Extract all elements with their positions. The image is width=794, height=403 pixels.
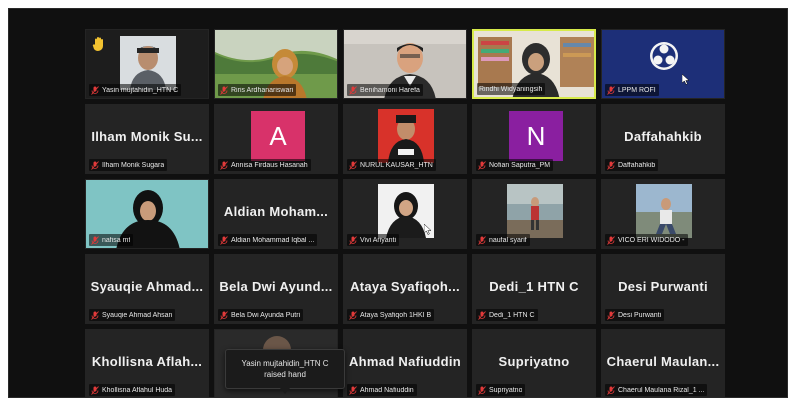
participant-name-label: Yasin mujtahidin_HTN C bbox=[89, 84, 182, 96]
participant-tile[interactable]: Ahmad Nafiuddin Ahmad Nafiuddin bbox=[343, 329, 467, 397]
participant-tile[interactable]: A Annisa Firdaus Hasanah bbox=[214, 104, 338, 174]
raised-hand-tooltip: Yasin mujtahidin_HTN C raised hand bbox=[225, 349, 345, 394]
participant-tile[interactable]: Ataya Syafiqoh... Ataya Syafiqoh 1HKI B bbox=[343, 254, 467, 324]
mic-muted-icon bbox=[478, 385, 486, 395]
mic-muted-icon bbox=[478, 235, 486, 245]
mic-muted-icon bbox=[349, 385, 357, 395]
participant-name-label: Dedi_1 HTN C bbox=[476, 309, 538, 321]
gallery-grid: Yasin mujtahidin_HTN C Riris Ardhanarisw… bbox=[85, 29, 725, 397]
participant-tile[interactable]: Khollisna Aflah... Khollisna Aflahul Hud… bbox=[85, 329, 209, 397]
participant-tile[interactable]: N Nofian Saputra_PM bbox=[472, 104, 596, 174]
participant-tile[interactable]: Bela Dwi Ayund... Bela Dwi Ayunda Putri bbox=[214, 254, 338, 324]
mic-muted-icon bbox=[91, 85, 99, 95]
mic-muted-icon bbox=[349, 235, 357, 245]
mic-muted-icon bbox=[91, 385, 99, 395]
participant-avatar: N bbox=[509, 111, 563, 161]
mic-muted-icon bbox=[220, 85, 228, 95]
participant-profile-photo bbox=[378, 184, 434, 238]
participant-display-name: Ataya Syafiqoh... bbox=[350, 279, 460, 294]
participant-name-label: nafisa mt bbox=[89, 234, 134, 246]
participant-tile-active-speaker[interactable]: Rindhi Widyaningsih bbox=[472, 29, 596, 99]
participant-tile[interactable]: nafisa mt bbox=[85, 179, 209, 249]
participant-display-name: Desi Purwanti bbox=[618, 279, 708, 294]
mic-muted-icon bbox=[91, 160, 99, 170]
participant-name-label: Riris Ardhanariswari bbox=[218, 84, 297, 96]
mic-muted-icon bbox=[478, 160, 486, 170]
participant-display-name: Syauqie Ahmad... bbox=[90, 279, 204, 294]
participant-tile[interactable]: Vivi Ariyanti bbox=[343, 179, 467, 249]
participant-tile[interactable]: Ilham Monik Su... Ilham Monik Sugara bbox=[85, 104, 209, 174]
participant-name-label: Daffahahkib bbox=[605, 159, 659, 171]
participant-name-label: Ilham Monik Sugara bbox=[89, 159, 168, 171]
mic-muted-icon bbox=[91, 310, 99, 320]
participant-name-label: naufal syarif bbox=[476, 234, 530, 246]
participant-display-name: Chaerul Maulan... bbox=[606, 354, 720, 369]
participant-name-label: Bela Dwi Ayunda Putri bbox=[218, 309, 304, 321]
cursor-icon bbox=[424, 224, 432, 235]
participant-tile[interactable]: Daffahahkib Daffahahkib bbox=[601, 104, 725, 174]
mic-muted-icon bbox=[220, 310, 228, 320]
participant-tile[interactable]: Chaerul Maulan... Chaerul Maulana Rizal_… bbox=[601, 329, 725, 397]
participant-name-label: Rindhi Widyaningsih bbox=[477, 83, 546, 95]
participant-name-label: Chaerul Maulana Rizal_1 ... bbox=[605, 384, 708, 396]
participant-display-name: Ilham Monik Su... bbox=[91, 129, 203, 144]
participant-name-label: LPPM ROFI bbox=[605, 84, 659, 96]
participant-display-name: Ahmad Nafiuddin bbox=[348, 354, 462, 369]
participant-tile[interactable]: Aldian Moham... Aldian Mohammad Iqbal ..… bbox=[214, 179, 338, 249]
participant-tile[interactable]: naufal syarif bbox=[472, 179, 596, 249]
mic-muted-icon bbox=[349, 310, 357, 320]
participant-name-label: Desi Purwanti bbox=[605, 309, 665, 321]
participant-display-name: Aldian Moham... bbox=[223, 204, 329, 219]
mic-muted-icon bbox=[478, 310, 486, 320]
mic-muted-icon bbox=[91, 235, 99, 245]
tooltip-status: raised hand bbox=[264, 370, 306, 379]
participant-tile[interactable]: Yasin mujtahidin_HTN C bbox=[85, 29, 209, 99]
cursor-icon bbox=[682, 74, 690, 85]
participant-display-name: Dedi_1 HTN C bbox=[489, 279, 579, 294]
participant-name-label: Annisa Firdaus Hasanah bbox=[218, 159, 311, 171]
participant-tile[interactable]: Syauqie Ahmad... Syauqie Ahmad Ahsan bbox=[85, 254, 209, 324]
mic-muted-icon bbox=[607, 85, 615, 95]
tooltip-participant-name: Yasin mujtahidin_HTN C bbox=[241, 359, 329, 368]
participant-name-label: Ahmad Nafiuddin bbox=[347, 384, 417, 396]
mic-muted-icon bbox=[607, 160, 615, 170]
participant-name-label: Vivi Ariyanti bbox=[347, 234, 400, 246]
participant-video-frame bbox=[120, 36, 176, 90]
participant-name-label: Ataya Syafiqoh 1HKI B bbox=[347, 309, 435, 321]
participant-display-name: Bela Dwi Ayund... bbox=[219, 279, 333, 294]
participant-name-label: Benihamoni Harefa bbox=[347, 84, 423, 96]
obs-logo-icon bbox=[650, 42, 678, 70]
participant-profile-photo bbox=[378, 109, 434, 163]
participant-tile[interactable]: VICO ERI WIDODO - bbox=[601, 179, 725, 249]
mic-muted-icon bbox=[220, 235, 228, 245]
participant-display-name: Khollisna Aflah... bbox=[91, 354, 203, 369]
participant-avatar: A bbox=[251, 111, 305, 161]
raised-hand-icon bbox=[92, 37, 103, 51]
participant-display-name: Supriyatno bbox=[498, 354, 570, 369]
participant-name-label: Syauqie Ahmad Ahsan bbox=[89, 309, 176, 321]
participant-tile[interactable]: Desi Purwanti Desi Purwanti bbox=[601, 254, 725, 324]
mic-muted-icon bbox=[607, 235, 615, 245]
participant-profile-photo bbox=[507, 184, 563, 238]
mic-muted-icon bbox=[607, 310, 615, 320]
participant-tile[interactable]: LPPM ROFI bbox=[601, 29, 725, 99]
participant-name-label: Nofian Saputra_PM bbox=[476, 159, 554, 171]
participant-profile-photo bbox=[636, 184, 692, 238]
mic-muted-icon bbox=[349, 85, 357, 95]
participant-name-label: Khollisna Aflahul Huda bbox=[89, 384, 176, 396]
participant-tile[interactable]: NURUL KAUSAR_HTN bbox=[343, 104, 467, 174]
zoom-gallery-window: Yasin mujtahidin_HTN C Riris Ardhanarisw… bbox=[8, 8, 788, 398]
mic-muted-icon bbox=[349, 160, 357, 170]
participant-name-label: NURUL KAUSAR_HTN bbox=[347, 159, 436, 171]
participant-tile[interactable]: Benihamoni Harefa bbox=[343, 29, 467, 99]
participant-tile[interactable]: Riris Ardhanariswari bbox=[214, 29, 338, 99]
participant-name-label: VICO ERI WIDODO - bbox=[605, 234, 688, 246]
participant-display-name: Daffahahkib bbox=[624, 129, 702, 144]
participant-name-label: Supriyatno bbox=[476, 384, 526, 396]
participant-tile[interactable]: Dedi_1 HTN C Dedi_1 HTN C bbox=[472, 254, 596, 324]
participant-name-label: Aldian Mohammad Iqbal ... bbox=[218, 234, 318, 246]
mic-muted-icon bbox=[607, 385, 615, 395]
mic-muted-icon bbox=[220, 160, 228, 170]
participant-tile[interactable]: Supriyatno Supriyatno bbox=[472, 329, 596, 397]
